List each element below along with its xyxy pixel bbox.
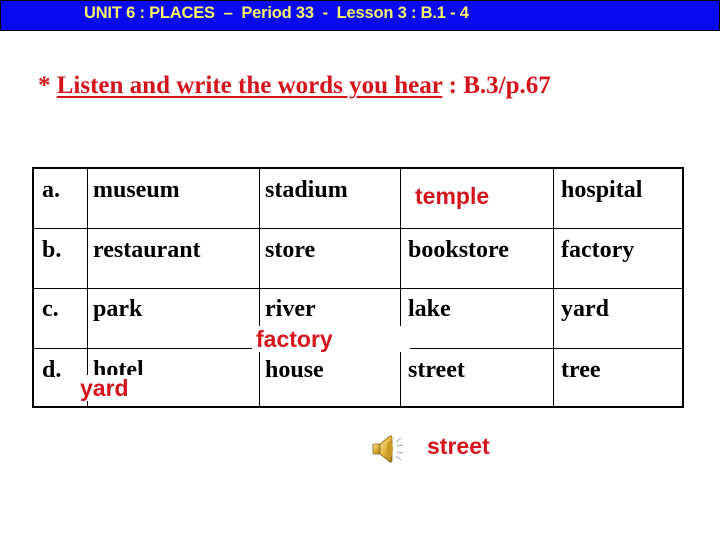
answer-overlay-yard: yard [76, 375, 147, 401]
table-cell-word: yard [561, 296, 609, 322]
table-cell-word: street [408, 357, 465, 383]
table-row-divider [34, 288, 682, 289]
answer-overlay-factory: factory [252, 326, 410, 352]
table-cell-word: house [265, 357, 324, 383]
table-row-divider [34, 228, 682, 229]
table-cell-word: museum [93, 177, 180, 203]
table-cell-word: stadium [265, 177, 348, 203]
table-cell-word: hospital [561, 177, 643, 203]
instruction-reference: : B.3/p.67 [442, 72, 551, 99]
row-label: a. [42, 177, 60, 203]
lesson-title: UNIT 6 : PLACES – Period 33 - Lesson 3 :… [84, 4, 469, 22]
table-cell-word: river [265, 296, 316, 322]
table-cell-word: restaurant [93, 237, 201, 263]
row-label: b. [42, 237, 62, 263]
answer-word: factory [256, 326, 333, 352]
table-cell-word: park [93, 296, 143, 322]
instruction-heading: * Listen and write the words you hear : … [38, 72, 551, 100]
table-cell-word: factory [561, 237, 635, 263]
word-table: a. museum stadium temple hospital b. res… [32, 167, 684, 408]
table-cell-word: bookstore [408, 237, 509, 263]
table-cell-word: store [265, 237, 316, 263]
instruction-prefix: * [38, 72, 57, 99]
table-cell-word-highlighted: temple [415, 183, 490, 209]
audio-answer-word: street [427, 433, 490, 459]
row-label: c. [42, 296, 59, 322]
header-bar: UNIT 6 : PLACES – Period 33 - Lesson 3 :… [0, 0, 720, 31]
row-label: d. [42, 357, 62, 383]
table-cell-word: tree [561, 357, 601, 383]
answer-word: yard [80, 375, 129, 401]
instruction-text: Listen and write the words you hear [56, 72, 443, 99]
table-cell-word: lake [408, 296, 451, 322]
speaker-icon[interactable] [370, 432, 406, 466]
